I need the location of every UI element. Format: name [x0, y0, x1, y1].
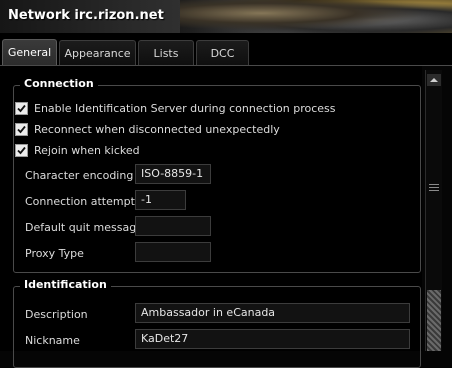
rejoin-checkbox[interactable] — [15, 144, 28, 157]
description-label: Description — [25, 308, 88, 321]
scroll-grip-icon — [429, 184, 439, 193]
identification-group: Identification — [13, 278, 421, 368]
tab-general[interactable]: General — [2, 39, 57, 67]
scroll-up-button[interactable] — [427, 74, 441, 86]
identification-server-checkbox[interactable] — [15, 102, 28, 115]
character-encoding-label: Character encoding — [25, 169, 134, 182]
connection-group-title: Connection — [20, 77, 98, 90]
proxy-type-field[interactable] — [135, 242, 211, 262]
nickname-label: Nickname — [25, 334, 80, 347]
tab-appearance[interactable]: Appearance — [59, 40, 136, 66]
tab-dcc[interactable]: DCC — [196, 40, 249, 66]
check-icon — [17, 146, 26, 155]
identification-group-title: Identification — [20, 278, 111, 291]
connection-attempts-label: Connection attempts — [25, 195, 141, 208]
chevron-up-icon — [430, 78, 438, 82]
tab-lists[interactable]: Lists — [138, 40, 194, 66]
reconnect-checkbox[interactable] — [15, 123, 28, 136]
check-icon — [17, 125, 26, 134]
default-quit-message-field[interactable] — [135, 216, 211, 236]
scroll-thumb[interactable] — [427, 290, 441, 351]
general-panel: Connection Enable Identification Server … — [0, 66, 422, 368]
character-encoding-field[interactable]: ISO-8859-1 — [135, 164, 211, 184]
reconnect-label: Reconnect when disconnected unexpectedly — [34, 123, 280, 136]
rejoin-label: Rejoin when kicked — [34, 144, 140, 157]
default-quit-message-label: Default quit message — [25, 221, 143, 234]
nickname-field[interactable]: KaDet27 — [135, 329, 410, 349]
description-field[interactable]: Ambassador in eCanada — [135, 303, 410, 323]
window-title: Network irc.rizon.net — [8, 8, 164, 23]
proxy-type-label: Proxy Type — [25, 247, 84, 260]
banner-image — [180, 0, 452, 33]
title-banner: Network irc.rizon.net — [0, 0, 452, 33]
check-icon — [17, 104, 26, 113]
connection-attempts-field[interactable]: -1 — [135, 190, 186, 210]
identification-server-label: Enable Identification Server during conn… — [34, 102, 336, 115]
tab-bar: General Appearance Lists DCC — [0, 33, 452, 67]
vertical-scrollbar[interactable] — [425, 70, 442, 351]
